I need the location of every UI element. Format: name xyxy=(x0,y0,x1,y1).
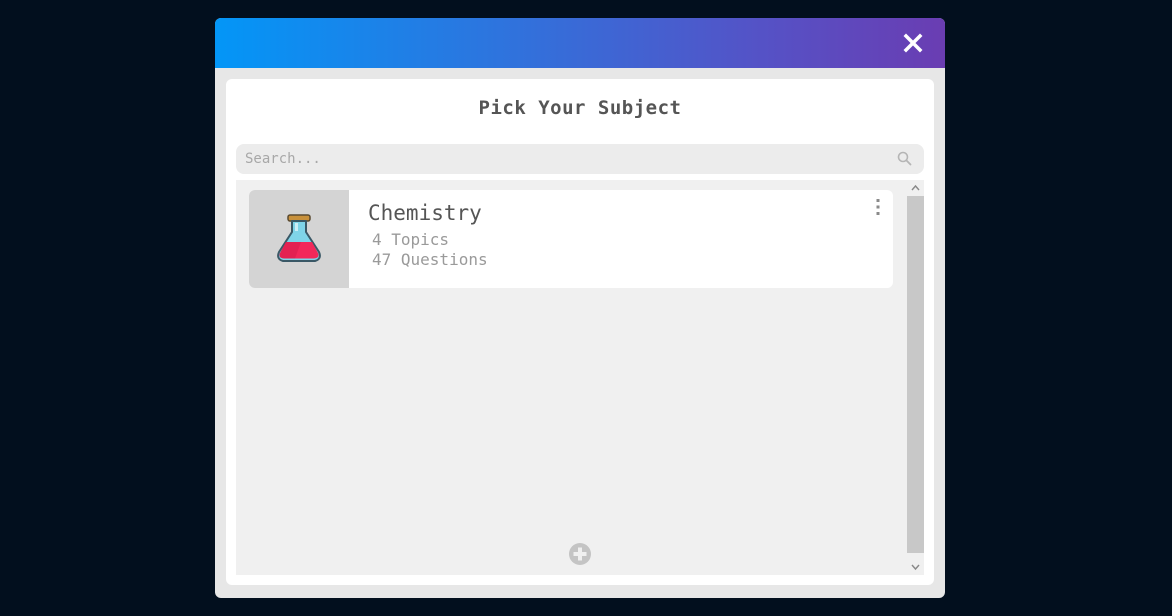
add-subject-button[interactable] xyxy=(569,543,591,565)
search-icon[interactable] xyxy=(897,151,912,166)
subject-card-chemistry[interactable]: Chemistry 4 Topics 47 Questions xyxy=(249,190,893,288)
chevron-up-icon[interactable] xyxy=(910,183,921,193)
subject-thumbnail xyxy=(249,190,349,288)
kebab-menu-icon xyxy=(876,199,880,215)
subject-name: Chemistry xyxy=(368,201,482,225)
search-box xyxy=(236,144,924,174)
chevron-down-icon[interactable] xyxy=(910,562,921,572)
search-input[interactable] xyxy=(245,144,885,174)
close-button[interactable] xyxy=(903,33,923,53)
subject-questions-count: 47 Questions xyxy=(372,250,488,269)
flask-icon xyxy=(277,214,321,262)
subject-topics-count: 4 Topics xyxy=(372,230,450,249)
modal-body: Pick Your Subject Search... Chemistry 4 … xyxy=(226,79,934,585)
scrollbar-thumb[interactable] xyxy=(907,196,924,553)
page-title: Pick Your Subject xyxy=(478,97,682,119)
subject-list[interactable]: Chemistry 4 Topics 47 Questions xyxy=(236,180,924,575)
list-scrollbar[interactable] xyxy=(907,180,924,575)
plus-circle-icon xyxy=(569,543,591,565)
modal-header xyxy=(215,18,945,68)
subject-menu-button[interactable] xyxy=(873,198,883,216)
close-icon xyxy=(903,33,923,53)
subject-picker-modal: Pick Your Subject Search... Chemistry 4 … xyxy=(215,18,945,598)
